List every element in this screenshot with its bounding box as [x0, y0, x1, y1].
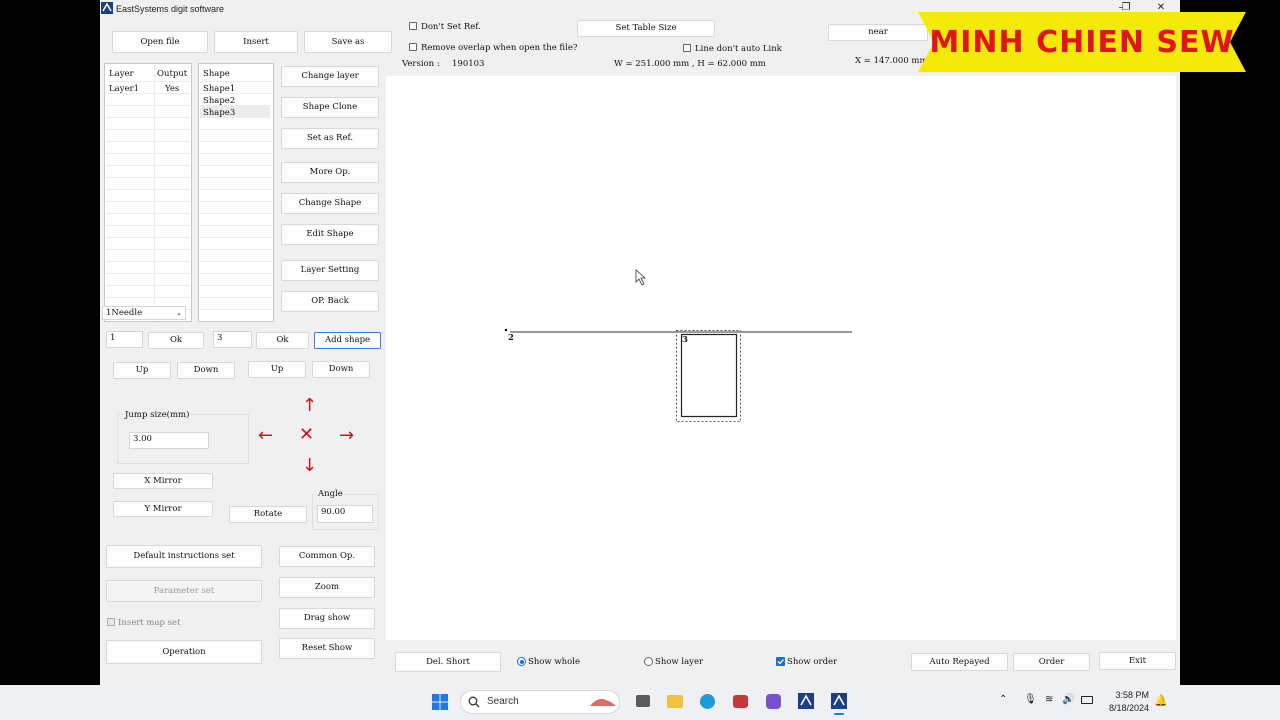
open-file-button[interactable]: Open file	[112, 31, 208, 53]
show-layer-label: Show layer	[655, 657, 704, 667]
jump-size-input[interactable]: 3.00	[129, 432, 209, 449]
operation-button[interactable]: Operation	[106, 640, 262, 664]
banner-text: MINH CHIEN SEW	[929, 24, 1235, 60]
auto-repayed-button[interactable]: Auto Repayed	[911, 653, 1008, 671]
set-table-size-button[interactable]: Set Table Size	[577, 20, 715, 37]
shape-3-rect	[680, 333, 738, 418]
change-shape-button[interactable]: Change Shape	[281, 193, 379, 214]
viber-icon[interactable]	[766, 694, 781, 709]
layer-ok-button[interactable]: Ok	[148, 332, 204, 349]
eastsystems-taskbar-icon[interactable]	[798, 693, 814, 709]
shape-clone-button[interactable]: Shape Clone	[281, 97, 379, 118]
del-short-button[interactable]: Del. Short	[395, 652, 501, 672]
edit-shape-button[interactable]: Edit Shape	[281, 224, 379, 245]
line-start-point	[504, 328, 508, 332]
chevron-down-icon: ⌄	[176, 309, 182, 317]
microphone-icon[interactable]: 🎙	[1024, 694, 1037, 705]
exit-button[interactable]: Exit	[1099, 652, 1176, 670]
eastsystems-active-taskbar-icon[interactable]	[831, 693, 847, 709]
drag-show-button[interactable]: Drag show	[279, 608, 375, 629]
shape-up-button[interactable]: Up	[248, 361, 306, 378]
task-view-icon[interactable]	[636, 695, 650, 707]
layer-setting-button[interactable]: Layer Setting	[281, 260, 379, 281]
show-order-label: Show order	[787, 657, 838, 667]
active-app-indicator	[834, 713, 844, 715]
show-layer-radio[interactable]	[644, 657, 653, 666]
show-whole-radio[interactable]	[517, 657, 526, 666]
zoom-button[interactable]: Zoom	[279, 577, 375, 598]
y-mirror-button[interactable]: Y Mirror	[113, 501, 213, 517]
shape-column-header: Shape	[203, 69, 230, 79]
dimensions-readout: W = 251.000 mm , H = 62.000 mm	[614, 59, 766, 69]
order-button[interactable]: Order	[1013, 653, 1090, 671]
show-order-checkbox[interactable]	[776, 657, 785, 666]
notification-bell-icon[interactable]: 🔔	[1154, 694, 1168, 707]
shape-drawing	[504, 269, 852, 422]
check-icon	[777, 659, 784, 665]
windows-start-icon[interactable]	[432, 694, 448, 710]
shape-number-input[interactable]: 3	[213, 331, 252, 348]
version-value: 190103	[452, 59, 485, 69]
dont-set-ref-checkbox[interactable]	[409, 22, 417, 30]
remove-overlap-label: Remove overlap when open the file?	[421, 43, 578, 53]
arrow-up-icon[interactable]: ↑	[302, 395, 317, 416]
insert-map-set-label: Insert map set	[118, 618, 181, 628]
shape-down-button[interactable]: Down	[312, 361, 370, 378]
rotate-button[interactable]: Rotate	[229, 506, 307, 523]
insert-map-set-checkbox[interactable]	[107, 618, 115, 626]
line-dont-auto-link-label: Line don't auto Link	[695, 44, 782, 54]
jump-size-label: Jump size(mm)	[123, 410, 192, 420]
layer-column-header: Layer	[109, 69, 134, 79]
mouse-cursor-icon	[635, 269, 647, 286]
shape-2-label: 2	[508, 333, 514, 343]
parameter-set-button[interactable]: Parameter set	[106, 580, 262, 602]
change-layer-button[interactable]: Change layer	[281, 66, 379, 87]
more-op-button[interactable]: More Op.	[281, 162, 379, 183]
battery-icon[interactable]	[1081, 696, 1093, 704]
line-dont-auto-link-checkbox[interactable]	[683, 44, 691, 52]
angle-label: Angle	[317, 489, 344, 499]
arrow-right-icon[interactable]: →	[339, 425, 354, 446]
version-label: Version :	[402, 59, 440, 69]
reset-show-button[interactable]: Reset Show	[279, 638, 375, 659]
volume-icon[interactable]: 🔊	[1062, 694, 1074, 705]
layer-up-button[interactable]: Up	[113, 362, 171, 379]
shape-3-label: 3	[682, 335, 688, 345]
remove-overlap-checkbox[interactable]	[409, 43, 417, 51]
default-instructions-button[interactable]: Default instructions set	[106, 545, 262, 568]
needle-select[interactable]: 1Needle ⌄	[102, 306, 186, 320]
x-mirror-button[interactable]: X Mirror	[113, 473, 213, 489]
search-icon	[468, 696, 480, 708]
angle-input[interactable]: 90.00	[317, 505, 373, 523]
add-shape-button[interactable]: Add shape	[314, 332, 381, 349]
app-logo-icon	[101, 2, 113, 14]
insert-button[interactable]: Insert	[214, 31, 298, 53]
op-back-button[interactable]: OP. Back	[281, 291, 379, 312]
shape-ok-button[interactable]: Ok	[256, 332, 309, 349]
tray-chevron-up-icon[interactable]: ⌃	[999, 694, 1007, 705]
arrow-left-icon[interactable]: ←	[258, 425, 273, 446]
window-title: EastSystems digit software	[116, 4, 225, 14]
shape-list: Shape Shape1 Shape2 Shape3	[198, 63, 274, 322]
layer-number-input[interactable]: 1	[106, 331, 143, 348]
cross-center-icon[interactable]: ✕	[299, 424, 314, 445]
layer-down-button[interactable]: Down	[177, 362, 235, 379]
set-as-ref-button[interactable]: Set as Ref.	[281, 128, 379, 149]
recorder-app-icon[interactable]	[733, 695, 748, 708]
layer-table: Layer Output Layer1 Yes	[104, 63, 192, 322]
arrow-down-icon[interactable]: ↓	[302, 455, 317, 476]
save-as-button[interactable]: Save as	[304, 31, 392, 53]
clock-date[interactable]: 8/18/2024	[1100, 703, 1149, 713]
wifi-icon[interactable]: ≋	[1045, 694, 1053, 705]
clock-time[interactable]: 3:58 PM	[1105, 690, 1149, 700]
dont-set-ref-label: Don't Set Ref.	[421, 22, 481, 32]
taskbar-search-label: Search	[487, 696, 519, 707]
edge-browser-icon[interactable]	[700, 694, 715, 709]
common-op-button[interactable]: Common Op.	[279, 546, 375, 567]
search-highlight-icon	[590, 698, 616, 706]
near-button[interactable]: near	[828, 24, 928, 41]
file-explorer-icon[interactable]	[667, 695, 683, 708]
show-whole-label: Show whole	[528, 657, 581, 667]
output-column-header: Output	[157, 69, 188, 79]
